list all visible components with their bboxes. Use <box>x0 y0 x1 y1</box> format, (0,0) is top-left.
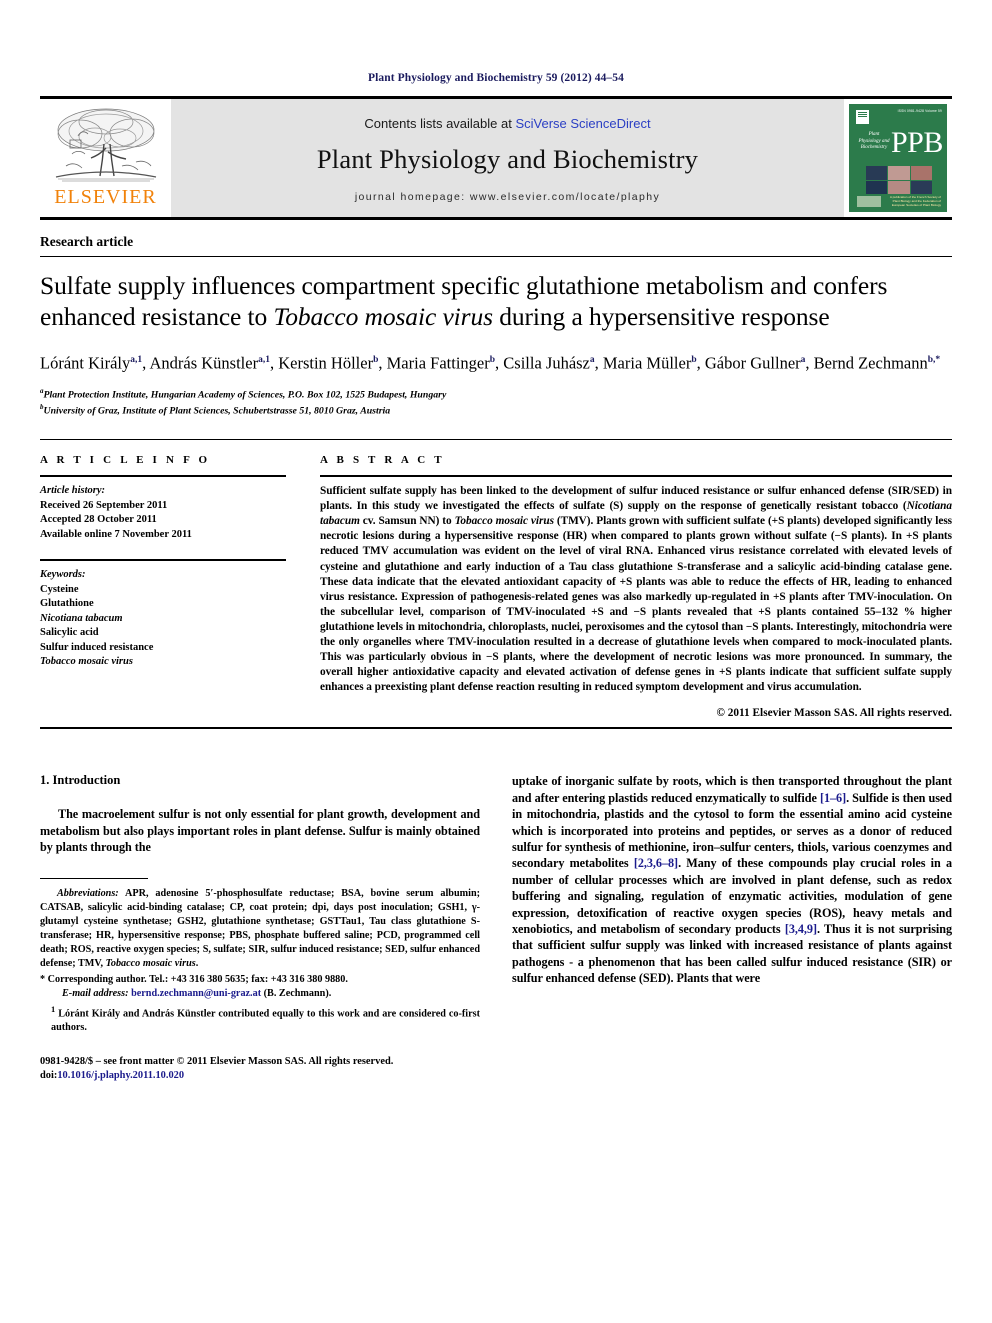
abstract-column: A B S T R A C T Sufficient sulfate suppl… <box>320 454 952 719</box>
email-label: E-mail address: <box>62 987 129 999</box>
footnote-abbreviations: Abbreviations: APR, adenosine 5′-phospho… <box>40 887 480 971</box>
author-affil-mark: a,1 <box>258 355 270 366</box>
keywords-block: Keywords: Cysteine Glutathione Nicotiana… <box>40 568 286 670</box>
journal-homepage-link[interactable]: journal homepage: www.elsevier.com/locat… <box>355 191 660 203</box>
elsevier-wordmark: ELSEVIER <box>54 186 157 208</box>
cover-ppb-mark: PPB <box>891 126 943 159</box>
footnote-marker: 1 <box>51 1003 56 1014</box>
divider-under-article-type <box>40 256 952 257</box>
banner-center: Contents lists available at SciVerse Sci… <box>171 99 844 217</box>
abstract-copyright: © 2011 Elsevier Masson SAS. All rights r… <box>716 707 952 720</box>
page-title: Sulfate supply influences compartment sp… <box>40 270 952 332</box>
elsevier-tree-icon <box>55 108 156 182</box>
sciencedirect-link[interactable]: SciVerse ScienceDirect <box>515 116 650 131</box>
footnote-equal-contribution: 1 Lóránt Király and András Künstler cont… <box>40 1002 480 1035</box>
affiliation-item: bUniversity of Graz, Institute of Plant … <box>40 401 952 417</box>
cover-elsevier-mark-icon <box>856 110 869 124</box>
article-info-column: A R T I C L E I N F O Article history: R… <box>40 454 286 719</box>
issn-line: 0981-9428/$ – see front matter © 2011 El… <box>40 1056 394 1068</box>
author-affil-mark: b,* <box>927 355 941 366</box>
citation-ref[interactable]: [1–6] <box>820 791 846 805</box>
article-info-heading: A R T I C L E I N F O <box>40 454 211 467</box>
abbreviations-label: Abbreviations: <box>57 887 119 899</box>
title-part-2: during a hypersensitive response <box>492 302 830 331</box>
divider <box>40 475 286 478</box>
citation-ref[interactable]: [3,4,9] <box>785 922 817 936</box>
cover-society-logo-icon <box>857 195 881 207</box>
cover-image-cell <box>888 166 910 180</box>
footnote-email-row: E-mail address: bernd.zechmann@uni-graz.… <box>40 987 480 1001</box>
cover-image-cell <box>888 180 910 194</box>
cover-footer: A publication of the French Society of P… <box>857 195 941 207</box>
keyword-item: Cysteine <box>40 583 79 595</box>
introduction-paragraph-right: uptake of inorganic sulfate by roots, wh… <box>512 774 953 986</box>
journal-banner: ELSEVIER Contents lists available at Sci… <box>40 96 952 220</box>
footnote-corresponding-author: * Corresponding author. Tel.: +43 316 38… <box>40 973 348 985</box>
author-affil-mark: a <box>589 355 595 366</box>
cover-subtitle: Plant Physiology and Biochemistry <box>858 132 890 150</box>
author-list: Lóránt Királya,1, András Künstlera,1, Ke… <box>40 353 941 373</box>
doi-line: doi:10.1016/j.plaphy.2011.10.020 <box>40 1069 480 1083</box>
keyword-item: Tobacco mosaic virus <box>40 656 133 668</box>
citation-ref[interactable]: [2,3,6–8] <box>634 856 678 870</box>
keyword-item: Nicotiana tabacum <box>40 612 123 624</box>
author-affil-mark: a,1 <box>130 355 143 366</box>
affiliation-list: aPlant Protection Institute, Hungarian A… <box>40 385 952 418</box>
journal-title: Plant Physiology and Biochemistry <box>316 143 699 174</box>
info-abstract-block: A R T I C L E I N F O Article history: R… <box>40 439 952 719</box>
author-affil-mark: b <box>691 355 697 366</box>
abbreviations-text: APR, adenosine 5′-phosphosulfate reducta… <box>40 887 480 969</box>
title-italic-species: Tobacco mosaic virus <box>273 302 493 331</box>
author-affil-mark: b <box>489 355 496 366</box>
abbreviations-end: . <box>195 957 199 969</box>
cover-footer-text: A publication of the French Society of P… <box>889 195 941 207</box>
body-left-column: 1. Introduction The macroelement sulfur … <box>40 773 480 1083</box>
cover-image-cell <box>866 180 888 194</box>
doi-label: doi: <box>40 1070 58 1082</box>
article-history-online: Available online 7 November 2011 <box>40 528 192 540</box>
article-history-label: Article history: <box>40 485 106 497</box>
divider <box>320 475 952 478</box>
contents-prefix: Contents lists available at <box>364 115 516 131</box>
abstract-heading: A B S T R A C T <box>320 454 445 467</box>
equal-contribution-text: Lóránt Király and András Künstler contri… <box>51 1008 480 1034</box>
affiliation-text: University of Graz, Institute of Plant S… <box>43 405 391 417</box>
author-affil-mark: a <box>800 355 806 366</box>
author-affil-mark: b <box>373 355 379 366</box>
affiliation-item: aPlant Protection Institute, Hungarian A… <box>40 385 952 401</box>
keyword-item: Glutathione <box>40 598 94 610</box>
email-suffix: (B. Zechmann). <box>261 987 332 999</box>
footnotes-block: Abbreviations: APR, adenosine 5′-phospho… <box>40 877 480 1083</box>
keyword-item: Sulfur induced resistance <box>40 641 154 653</box>
cover-issn: ISSN 0981-9428 Volume 59 <box>897 109 942 113</box>
elsevier-logo: ELSEVIER <box>40 99 171 217</box>
affiliation-text: Plant Protection Institute, Hungarian Ac… <box>43 388 447 400</box>
body-two-columns: 1. Introduction The macroelement sulfur … <box>40 773 952 1083</box>
email-link[interactable]: bernd.zechmann@uni-graz.at <box>131 988 261 999</box>
article-history-received: Received 26 September 2011 <box>40 499 168 511</box>
abstract-text: Sufficient sulfate supply has been linke… <box>320 485 953 694</box>
cover-image-cell <box>910 166 932 180</box>
keyword-item: Salicylic acid <box>40 627 99 639</box>
issn-copyright-block: 0981-9428/$ – see front matter © 2011 El… <box>40 1055 480 1083</box>
article-page: Plant Physiology and Biochemistry 59 (20… <box>0 0 992 1323</box>
journal-cover-thumbnail: ISSN 0981-9428 Volume 59 Plant Physiolog… <box>844 99 952 217</box>
cover-image-cell <box>910 180 932 194</box>
keywords-label: Keywords: <box>40 569 86 581</box>
doi-link[interactable]: 10.1016/j.plaphy.2011.10.020 <box>57 1070 184 1081</box>
abbreviations-italic-tail: Tobacco mosaic virus <box>105 957 196 969</box>
introduction-paragraph-left: The macroelement sulfur is not only esse… <box>40 807 480 855</box>
body-right-column: uptake of inorganic sulfate by roots, wh… <box>512 773 952 1083</box>
running-head: Plant Physiology and Biochemistry 59 (20… <box>368 72 624 84</box>
article-history-accepted: Accepted 28 October 2011 <box>40 514 157 526</box>
section-heading-introduction: 1. Introduction <box>40 773 121 788</box>
divider-under-abstract <box>40 727 952 730</box>
cover-image-grid <box>866 166 932 194</box>
divider <box>40 559 286 562</box>
article-type-label: Research article <box>40 234 134 249</box>
contents-available-line: Contents lists available at SciVerse Sci… <box>364 116 650 131</box>
cover-image-cell <box>866 166 888 180</box>
